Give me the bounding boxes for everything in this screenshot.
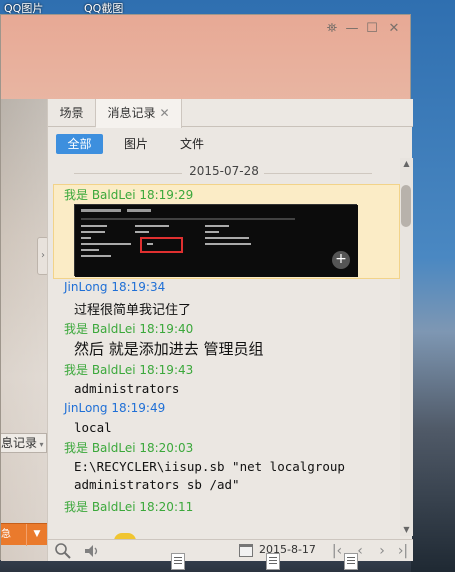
- desktop-right-area: [411, 0, 455, 572]
- zoom-in-icon[interactable]: +: [332, 251, 350, 269]
- speaker-icon-glyph: [85, 545, 98, 557]
- maximize-button[interactable]: ☐: [363, 21, 381, 37]
- send-label-partial: 急: [1, 529, 11, 540]
- tab-message-record[interactable]: 消息记录 ✕: [96, 99, 182, 128]
- minimize-icon: —: [345, 21, 359, 36]
- message-sender: 我是 BaldLei 18:19:29: [64, 188, 194, 202]
- history-toolbar: 2015-8-17 |‹ ‹ › ›|: [48, 539, 413, 561]
- date-separator: 2015-07-28: [48, 164, 400, 182]
- message-text: administrators sb /ad": [74, 477, 240, 492]
- message-text: 过程很简单我记住了: [74, 303, 192, 318]
- message-text: 然后 就是添加进去 管理员组: [74, 340, 264, 358]
- message-sender: 我是 BaldLei 18:20:11: [64, 500, 194, 514]
- panel-tabs: 场景 消息记录 ✕: [48, 99, 413, 128]
- dropdown-label: 息记录: [1, 436, 38, 450]
- last-page-button[interactable]: ›|: [393, 541, 413, 561]
- close-icon[interactable]: ✕: [159, 106, 169, 120]
- file-icon[interactable]: [171, 553, 185, 570]
- image-attachment[interactable]: +: [74, 204, 358, 277]
- filter-all[interactable]: 全部: [56, 134, 103, 154]
- message-list: 2015-07-28 我是 BaldLei 18:19:29 + JinLong…: [48, 158, 400, 536]
- message-text: E:\RECYCLER\iisup.sb "net localgroup: [74, 459, 345, 474]
- file-icon[interactable]: [344, 553, 358, 570]
- tab-label: 消息记录: [107, 106, 156, 120]
- message-sender: 我是 BaldLei 18:20:03: [64, 441, 194, 455]
- minimize-button[interactable]: —: [343, 21, 361, 37]
- close-icon: ✕: [388, 21, 400, 36]
- send-button[interactable]: 急 ▼: [1, 523, 47, 546]
- message-sender: 我是 BaldLei 18:19:43: [64, 363, 194, 377]
- screenshot-thumbnail: [75, 205, 358, 277]
- filter-files[interactable]: 文件: [174, 134, 210, 154]
- search-icon-glyph: [55, 543, 71, 559]
- chat-area-left: [1, 99, 47, 561]
- search-icon[interactable]: [54, 542, 72, 560]
- chevron-right-icon: ›: [41, 250, 45, 261]
- message-sender: JinLong 18:19:49: [64, 401, 166, 415]
- message-sender: JinLong 18:19:34: [64, 280, 166, 294]
- chevron-down-icon: ▾: [37, 440, 44, 449]
- chat-window: ⛯ — ☐ ✕ › 息记录 ▾ 急 ▼ 场景 消息记录 ✕ 全部 图片 文件 20…: [0, 14, 413, 561]
- tab-scene[interactable]: 场景: [48, 99, 96, 127]
- file-icon[interactable]: [266, 553, 280, 570]
- scroll-up-arrow[interactable]: ▲: [400, 159, 413, 169]
- message-sender: 我是 BaldLei 18:19:40: [64, 322, 194, 336]
- message-record-dropdown[interactable]: 息记录 ▾: [1, 433, 47, 453]
- skin-button[interactable]: ⛯: [323, 21, 341, 37]
- message-text: local: [74, 420, 112, 435]
- message-text: administrators: [74, 381, 180, 396]
- filter-images[interactable]: 图片: [118, 134, 154, 154]
- calendar-icon[interactable]: [239, 544, 253, 557]
- scroll-down-arrow[interactable]: ▼: [400, 525, 413, 535]
- speaker-icon[interactable]: [82, 542, 100, 560]
- scrollbar-thumb[interactable]: [401, 185, 411, 227]
- next-page-button[interactable]: ›: [372, 541, 392, 561]
- message-filters: 全部 图片 文件: [48, 128, 413, 158]
- maximize-icon: ☐: [366, 21, 378, 36]
- close-button[interactable]: ✕: [385, 21, 403, 37]
- send-options-button[interactable]: ▼: [26, 524, 47, 546]
- message-history-panel: 场景 消息记录 ✕ 全部 图片 文件 2015-07-28 我是 BaldLei …: [47, 99, 413, 561]
- skin-icon: ⛯: [326, 21, 338, 36]
- tab-label: 场景: [59, 106, 84, 120]
